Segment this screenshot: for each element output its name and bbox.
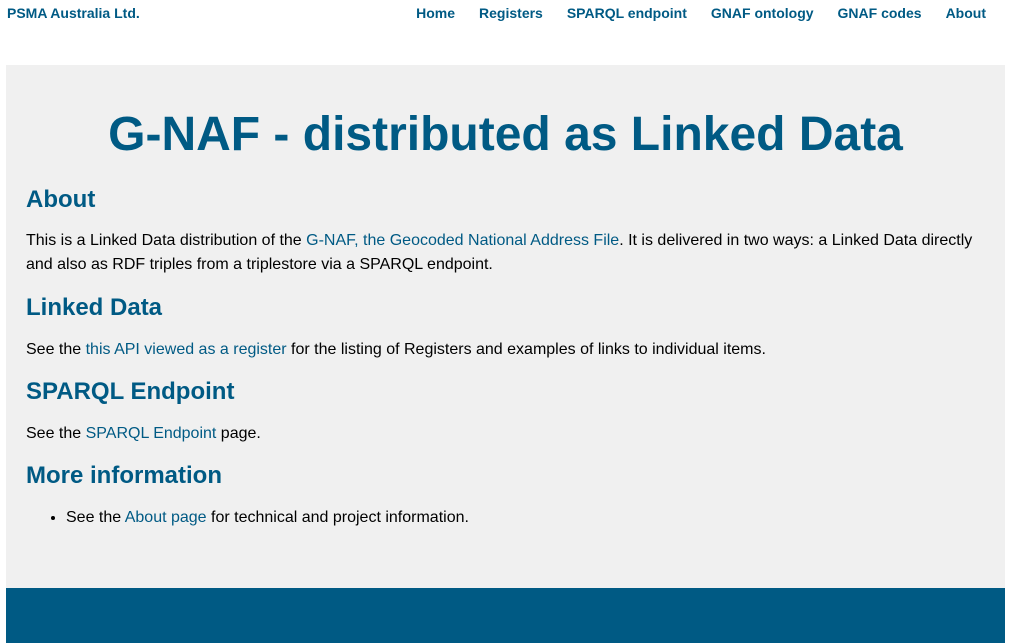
about-text-before: This is a Linked Data distribution of th…	[26, 232, 307, 249]
nav-home[interactable]: Home	[416, 5, 455, 21]
top-bar: PSMA Australia Ltd. Home Registers SPARQ…	[0, 0, 1010, 65]
main-nav: Home Registers SPARQL endpoint GNAF onto…	[392, 5, 986, 21]
sparql-paragraph: See the SPARQL Endpoint page.	[26, 422, 985, 446]
sparql-text-before: See the	[26, 425, 86, 442]
sparql-text-after: page.	[216, 425, 261, 442]
about-paragraph: This is a Linked Data distribution of th…	[26, 229, 985, 277]
list-item: See the About page for technical and pro…	[66, 506, 985, 530]
nav-sparql-endpoint[interactable]: SPARQL endpoint	[567, 5, 687, 21]
nav-about[interactable]: About	[946, 5, 986, 21]
about-heading: About	[26, 186, 96, 213]
nav-gnaf-ontology[interactable]: GNAF ontology	[711, 5, 814, 21]
nav-gnaf-codes[interactable]: GNAF codes	[838, 5, 922, 21]
more-info-text-after: for technical and project information.	[206, 509, 469, 526]
more-info-heading: More information	[26, 462, 222, 489]
more-info-list: See the About page for technical and pro…	[26, 506, 985, 530]
more-info-text-before: See the	[66, 509, 125, 526]
footer	[6, 588, 1005, 643]
main-content: G-NAF - distributed as Linked Data About…	[6, 65, 1005, 588]
linked-data-heading: Linked Data	[26, 294, 163, 321]
sparql-endpoint-link[interactable]: SPARQL Endpoint	[86, 425, 217, 442]
gnaf-link[interactable]: G-NAF, the Geocoded National Address Fil…	[306, 232, 619, 249]
about-page-link[interactable]: About page	[125, 509, 207, 526]
register-link[interactable]: this API viewed as a register	[86, 341, 287, 358]
linked-data-text-after: for the listing of Registers and example…	[286, 341, 766, 358]
linked-data-paragraph: See the this API viewed as a register fo…	[26, 338, 985, 362]
linked-data-text-before: See the	[26, 341, 86, 358]
nav-registers[interactable]: Registers	[479, 5, 543, 21]
page-title: G-NAF - distributed as Linked Data	[108, 108, 903, 161]
brand-link[interactable]: PSMA Australia Ltd.	[7, 5, 140, 21]
sparql-heading: SPARQL Endpoint	[26, 378, 235, 405]
